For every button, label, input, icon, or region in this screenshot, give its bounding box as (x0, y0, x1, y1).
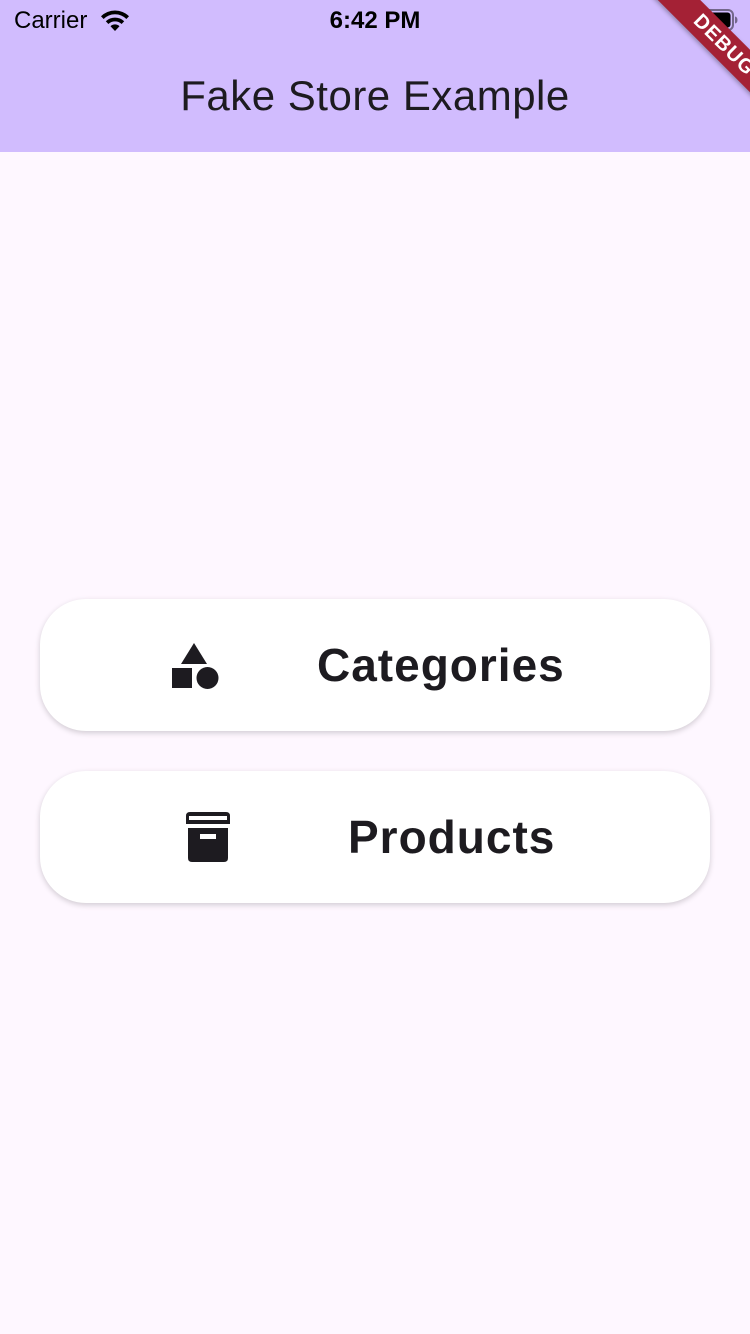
category-shapes-icon (172, 643, 219, 689)
app-bar: Carrier 6:42 PM Fake Store Example (0, 0, 750, 152)
status-bar: Carrier 6:42 PM (0, 0, 750, 40)
products-label: Products (348, 811, 556, 863)
archive-box-icon (186, 812, 230, 862)
categories-button[interactable]: Categories (40, 599, 710, 731)
categories-label: Categories (317, 639, 565, 691)
battery-icon (690, 9, 738, 31)
page-title: Fake Store Example (180, 72, 570, 119)
status-time: 6:42 PM (329, 7, 421, 34)
products-button[interactable]: Products (40, 771, 710, 903)
